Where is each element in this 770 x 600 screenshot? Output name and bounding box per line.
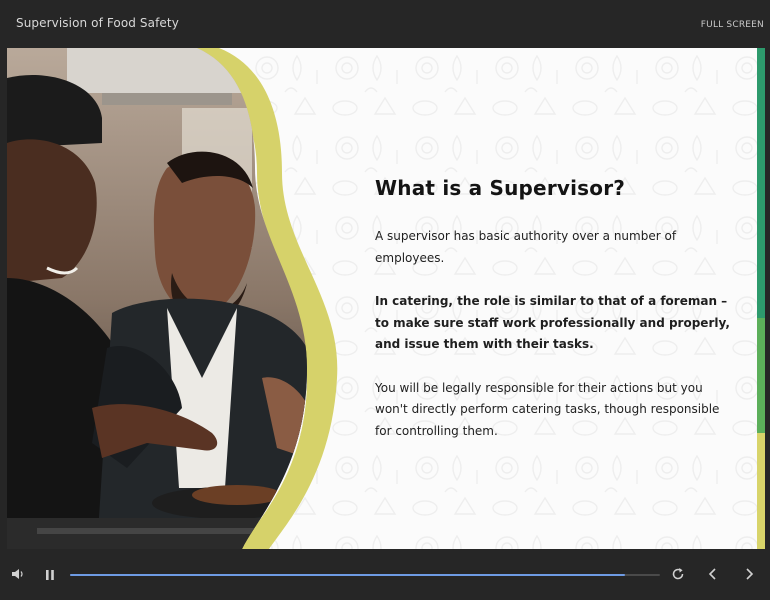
chevron-right-icon[interactable] xyxy=(742,567,756,586)
paragraph-catering-role: In catering, the role is similar to that… xyxy=(375,294,730,351)
slide-canvas: What is a Supervisor? A supervisor has b… xyxy=(7,48,765,549)
pause-icon[interactable] xyxy=(44,568,56,586)
paragraph-responsibility: You will be legally responsible for thei… xyxy=(375,380,720,438)
seek-bar-fill xyxy=(70,574,625,576)
player-header: Supervision of Food Safety FULL SCREEN xyxy=(0,0,770,48)
side-progress-strip xyxy=(757,48,765,549)
replay-icon[interactable] xyxy=(671,567,685,586)
player-controls xyxy=(0,549,770,600)
slide-heading: What is a Supervisor? xyxy=(375,176,626,200)
fullscreen-button[interactable]: FULL SCREEN xyxy=(701,20,764,30)
course-title: Supervision of Food Safety xyxy=(16,16,179,30)
volume-icon[interactable] xyxy=(11,567,25,586)
seek-bar[interactable] xyxy=(70,574,660,576)
chevron-left-icon[interactable] xyxy=(706,567,720,586)
slide-content: What is a Supervisor? A supervisor has b… xyxy=(375,176,735,442)
chef-supervisor-photo xyxy=(7,48,338,549)
paragraph-definition: A supervisor has basic authority over a … xyxy=(375,229,677,265)
